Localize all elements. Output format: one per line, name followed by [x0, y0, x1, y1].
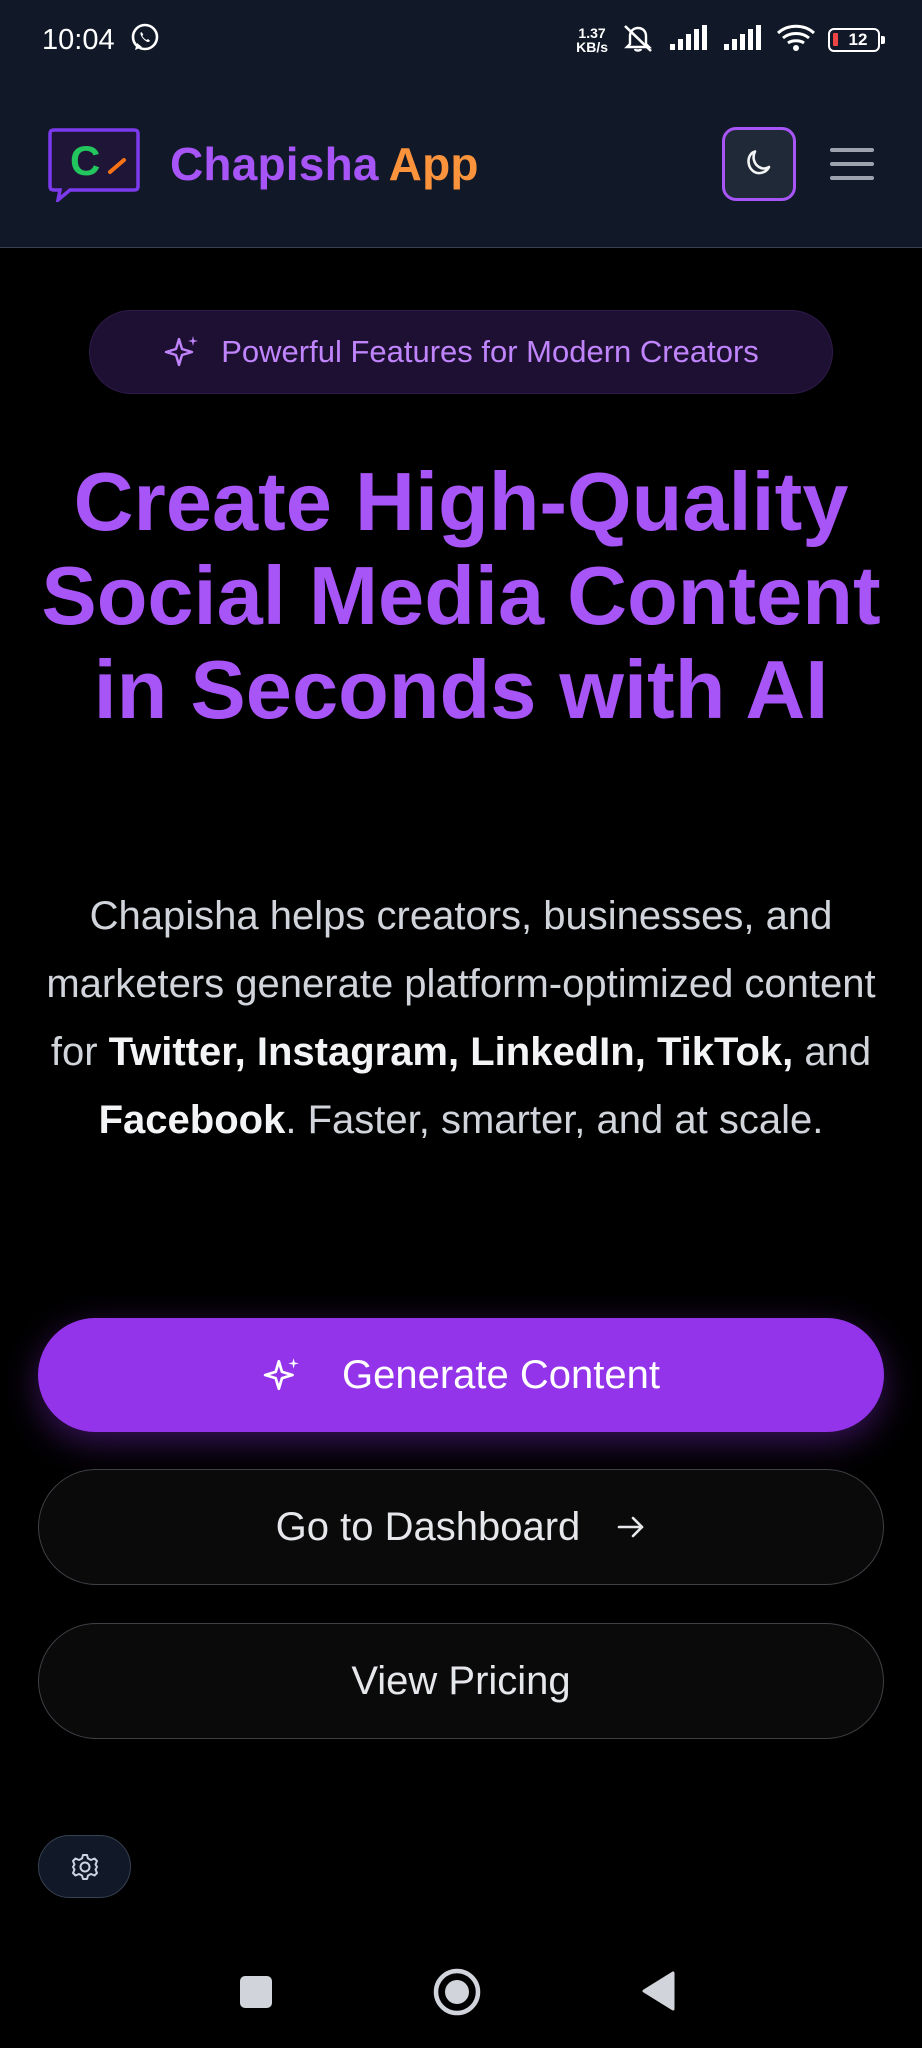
- hero-title: Create High-Quality Social Media Content…: [41, 455, 881, 736]
- brand-name-primary: Chapisha: [170, 137, 379, 190]
- network-speed: 1.37 KB/s: [576, 26, 608, 54]
- network-speed-value: 1.37: [578, 25, 606, 41]
- go-to-dashboard-button[interactable]: Go to Dashboard: [38, 1469, 884, 1585]
- platform-linkedin: LinkedIn,: [470, 1030, 646, 1074]
- app-logo[interactable]: C: [48, 126, 140, 205]
- square-icon[interactable]: [238, 1974, 274, 2015]
- hero-description-end: . Faster, smarter, and at scale.: [285, 1098, 824, 1142]
- battery-indicator: 12: [828, 28, 885, 52]
- signal-icon: [722, 24, 764, 57]
- battery-level: 12: [848, 30, 868, 49]
- triangle-back-icon[interactable]: [640, 1970, 676, 2017]
- gear-icon: [71, 1853, 98, 1880]
- status-bar: 10:04 1.37 KB/s 12: [0, 0, 922, 80]
- brand-name[interactable]: Chapisha App: [170, 137, 479, 191]
- moon-icon: [747, 149, 771, 174]
- logo-chat-bubble-icon: C: [48, 127, 140, 205]
- arrow-right-icon: [618, 1516, 644, 1538]
- theme-toggle-button[interactable]: [722, 126, 796, 201]
- view-pricing-label: View Pricing: [351, 1658, 571, 1703]
- platform-instagram: Instagram,: [256, 1030, 460, 1074]
- logo-letter: C: [70, 137, 100, 184]
- signal-icon: [668, 24, 710, 57]
- page: 10:04 1.37 KB/s 12 C Chapisha App Powerf…: [0, 0, 922, 2048]
- circle-icon[interactable]: [433, 1968, 481, 2021]
- features-badge: Powerful Features for Modern Creators: [89, 310, 833, 394]
- generate-content-label: Generate Content: [342, 1352, 660, 1397]
- status-time: 10:04: [42, 23, 115, 56]
- go-to-dashboard-label: Go to Dashboard: [275, 1504, 581, 1549]
- sparkle-icon: [263, 1358, 299, 1391]
- system-navigation-bar: [0, 1940, 922, 2048]
- sparkle-icon: [165, 336, 199, 367]
- network-speed-unit: KB/s: [576, 39, 608, 55]
- settings-button[interactable]: [38, 1835, 131, 1898]
- brand-name-secondary: App: [388, 137, 479, 190]
- view-pricing-button[interactable]: View Pricing: [38, 1623, 884, 1739]
- mute-icon: [620, 22, 656, 59]
- hero-description: Chapisha helps creators, businesses, and…: [40, 882, 882, 1154]
- app-header: C Chapisha App: [0, 80, 922, 248]
- platform-twitter: Twitter,: [108, 1030, 246, 1074]
- whatsapp-icon: [129, 22, 161, 59]
- hamburger-menu-icon[interactable]: [830, 144, 874, 184]
- platform-facebook: Facebook: [98, 1098, 286, 1142]
- hero-description-and: and: [793, 1030, 872, 1074]
- wifi-icon: [776, 23, 816, 58]
- features-badge-label: Powerful Features for Modern Creators: [221, 334, 759, 369]
- platform-tiktok: TikTok,: [656, 1030, 794, 1074]
- generate-content-button[interactable]: Generate Content: [38, 1318, 884, 1432]
